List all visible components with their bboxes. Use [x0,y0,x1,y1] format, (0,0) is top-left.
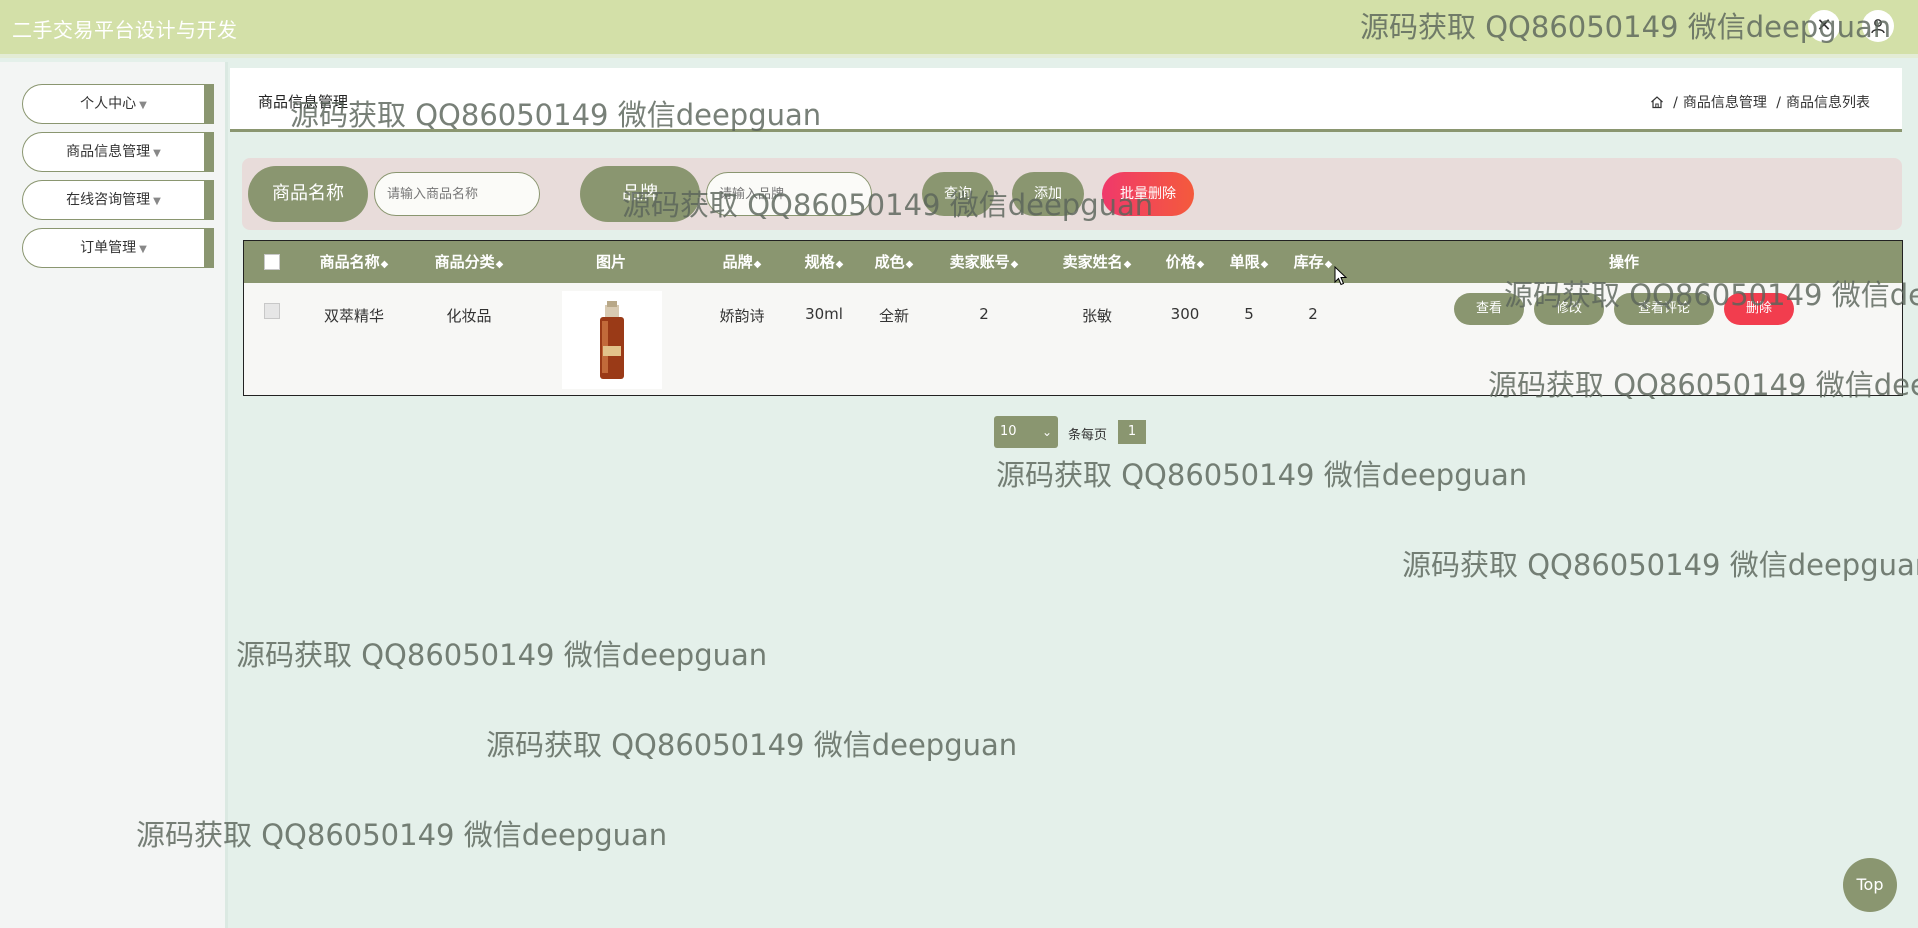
chevron-down-icon: ⌄ [1041,425,1052,439]
cell-seller-account: 2 [979,305,989,323]
caret-down-icon: ▼ [139,244,147,255]
caret-down-icon: ▼ [153,148,161,159]
cell-category: 化妆品 [446,307,492,325]
sort-icon: ◆ [380,259,389,270]
column-header-seller-name[interactable]: 卖家姓名◆ [1063,241,1132,283]
sort-icon: ◆ [905,259,914,270]
column-header-limit[interactable]: 单限◆ [1230,241,1269,283]
cell-stock: 2 [1308,305,1318,323]
sort-icon: ◆ [753,259,762,270]
page-number[interactable]: 1 [1118,420,1146,444]
sidebar: 个人中心 ▼ 商品信息管理 ▼ 在线咨询管理 ▼ 订单管理 ▼ [0,62,228,928]
page-size-value: 10 [1000,424,1017,439]
watermark: 源码获取 QQ86050149 微信deepguan [1360,10,1892,44]
sort-icon: ◆ [1260,259,1269,270]
cell-seller-name: 张敏 [1081,307,1113,325]
product-name-label: 商品名称 [248,166,368,222]
caret-down-icon: ▼ [153,196,161,207]
home-icon[interactable] [1650,95,1668,111]
cell-name: 双萃精华 [323,307,385,325]
row-checkbox[interactable] [264,303,280,319]
sort-icon: ◆ [1010,259,1019,270]
cell-spec: 30ml [805,305,843,323]
watermark: 源码获取 QQ86050149 微信deepguan [1504,278,1918,312]
sidebar-item-consultation-management[interactable]: 在线咨询管理 ▼ [22,180,214,220]
sort-icon: ◆ [1196,259,1205,270]
watermark: 源码获取 QQ86050149 微信deepguan [996,458,1528,492]
breadcrumb-item[interactable]: 商品信息管理 [1683,95,1767,111]
mouse-cursor-icon [1334,266,1348,286]
watermark: 源码获取 QQ86050149 微信deepguan [1402,548,1918,582]
cell-condition: 全新 [878,307,910,325]
sort-icon: ◆ [1123,259,1132,270]
sidebar-item-product-management[interactable]: 商品信息管理 ▼ [22,132,214,172]
breadcrumb: / 商品信息管理 / 商品信息列表 [1650,92,1870,112]
watermark: 源码获取 QQ86050149 微信deepguan [290,98,822,132]
column-header-spec[interactable]: 规格◆ [805,241,844,283]
column-header-condition[interactable]: 成色◆ [875,241,914,283]
watermark: 源码获取 QQ86050149 微信deepguan [622,188,1154,222]
product-name-input[interactable] [374,172,540,216]
column-header-seller-account[interactable]: 卖家账号◆ [950,241,1019,283]
page-size-select[interactable]: 10 ⌄ [994,416,1058,448]
cell-brand: 娇韵诗 [719,307,765,325]
cell-limit: 5 [1244,305,1254,323]
column-header-brand[interactable]: 品牌◆ [723,241,762,283]
watermark: 源码获取 QQ86050149 微信deepguan [1488,368,1918,402]
watermark: 源码获取 QQ86050149 微信deepguan [136,818,668,852]
back-to-top-button[interactable]: Top [1843,858,1897,912]
breadcrumb-item: 商品信息列表 [1786,95,1870,111]
column-header-category[interactable]: 商品分类◆ [435,241,504,283]
sort-icon: ◆ [495,259,504,270]
sidebar-item-label: 订单管理 [80,240,137,256]
sidebar-item-personal-center[interactable]: 个人中心 ▼ [22,84,214,124]
sort-icon: ◆ [1324,259,1333,270]
column-header-stock[interactable]: 库存◆ [1294,241,1333,283]
select-all-checkbox[interactable] [264,254,280,270]
per-page-label: 条每页 [1068,428,1108,443]
column-header-price[interactable]: 价格◆ [1166,241,1205,283]
column-header-name[interactable]: 商品名称◆ [320,241,389,283]
sort-icon: ◆ [835,259,844,270]
app-title: 二手交易平台设计与开发 [12,18,238,42]
watermark: 源码获取 QQ86050149 微信deepguan [486,728,1018,762]
sidebar-item-order-management[interactable]: 订单管理 ▼ [22,228,214,268]
cell-price: 300 [1170,305,1200,323]
column-header-image: 图片 [595,253,627,271]
sidebar-item-label: 在线咨询管理 [66,192,151,208]
sidebar-item-label: 个人中心 [80,96,137,112]
product-image [562,291,662,389]
caret-down-icon: ▼ [139,100,147,111]
sidebar-item-label: 商品信息管理 [66,144,151,160]
watermark: 源码获取 QQ86050149 微信deepguan [236,638,768,672]
